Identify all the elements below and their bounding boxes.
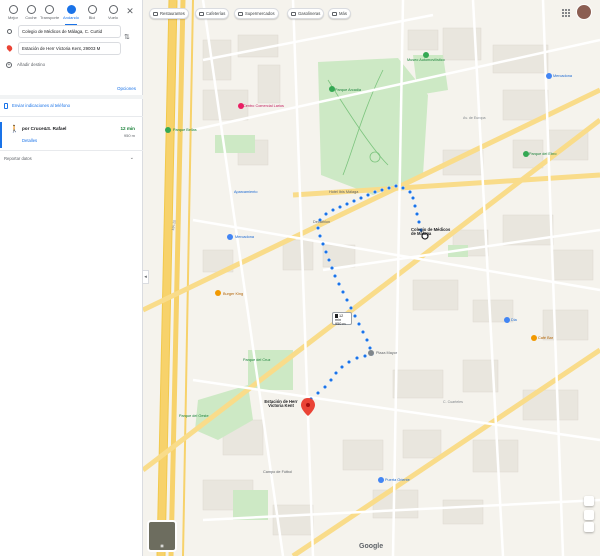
collapse-panel-button[interactable]: ◂ xyxy=(143,270,149,284)
cafe-icon xyxy=(199,11,204,16)
chip-cafes[interactable]: Cafeterías xyxy=(195,8,230,19)
poi-marker[interactable] xyxy=(215,290,221,296)
zoom-out-button[interactable] xyxy=(584,522,594,532)
my-location-button[interactable] xyxy=(584,496,594,506)
map-label[interactable]: Decathlon xyxy=(313,220,330,224)
car-icon xyxy=(26,5,36,14)
poi-marker[interactable] xyxy=(423,52,429,58)
close-icon[interactable]: ✕ xyxy=(125,6,135,16)
mode-walk[interactable]: Andando xyxy=(62,4,80,25)
layers-icon: ▦ xyxy=(160,544,164,548)
divider xyxy=(0,116,143,117)
street-label: Av. de Europa xyxy=(463,116,486,120)
route-duration: 12 min xyxy=(120,126,135,131)
chip-supermarkets[interactable]: Supermercados xyxy=(234,8,279,19)
map-label[interactable]: Campo de Fútbol xyxy=(263,470,292,474)
pin-icon xyxy=(5,44,14,52)
route-time-callout[interactable]: 12 min 950 m xyxy=(332,312,352,326)
walk-icon: 🚶 xyxy=(10,126,19,133)
poi-marker[interactable] xyxy=(329,86,335,92)
divider xyxy=(0,95,143,99)
map-label[interactable]: Parque Arcadia xyxy=(335,88,361,92)
phone-icon xyxy=(4,103,8,109)
mode-car[interactable]: Coche xyxy=(22,4,40,24)
map-label[interactable]: Centro Comercial Larios xyxy=(243,104,284,108)
cart-icon xyxy=(238,11,243,16)
route-via: por Cruce&S. Rafael xyxy=(22,126,67,131)
chip-gas[interactable]: Gasolineras xyxy=(287,8,325,19)
transit-icon xyxy=(44,5,54,14)
poi-marker[interactable] xyxy=(523,151,529,157)
options-link[interactable]: Opciones xyxy=(117,86,136,91)
divider xyxy=(0,150,143,151)
chip-restaurants[interactable]: Restaurantes xyxy=(149,8,189,19)
route-distance: 950 m xyxy=(123,133,135,138)
map-label[interactable]: Café Bar xyxy=(538,336,553,340)
map-label[interactable]: Museo Automovilístico xyxy=(407,58,445,62)
poi-marker[interactable] xyxy=(368,350,374,356)
restaurant-icon xyxy=(153,11,158,16)
map-canvas[interactable]: Restaurantes Cafeterías Supermercados Ga… xyxy=(143,0,600,556)
map-label[interactable]: Parque del Oeste xyxy=(179,414,209,418)
report-problem-link[interactable]: Reportar datos xyxy=(4,156,32,161)
poi-marker[interactable] xyxy=(165,127,171,133)
more-icon xyxy=(332,11,337,16)
destination-field[interactable]: Estación de Herr Victoria Kent, 29003 M xyxy=(18,42,121,55)
route-dots xyxy=(308,183,428,402)
details-link[interactable]: Detalles xyxy=(22,138,37,143)
poi-marker[interactable] xyxy=(504,317,510,323)
map-label[interactable]: Dia xyxy=(511,318,517,322)
map-label[interactable]: Parque del Ebro xyxy=(529,152,556,156)
apps-icon[interactable] xyxy=(562,9,570,17)
map-base xyxy=(143,0,600,556)
google-logo: Google xyxy=(359,543,384,550)
map-label[interactable]: Plaza Mayor xyxy=(376,351,397,355)
destination-label[interactable]: Estación de Herr Victoria Kent xyxy=(263,399,299,408)
avatar[interactable] xyxy=(576,4,592,20)
mode-best[interactable]: Mejor xyxy=(4,4,22,24)
poi-marker[interactable] xyxy=(531,335,537,341)
map-label[interactable]: Puerta Oriente xyxy=(385,478,410,482)
best-route-icon xyxy=(8,5,18,14)
map-label[interactable]: Mercadona xyxy=(235,235,254,239)
map-label[interactable]: Mercadona xyxy=(553,74,572,78)
map-label[interactable]: Hotel Ibis Málaga xyxy=(329,190,358,194)
poi-marker[interactable] xyxy=(378,477,384,483)
route-option[interactable]: 🚶 por Cruce&S. Rafael 12 min 950 m Detal… xyxy=(0,122,143,148)
walk-icon xyxy=(66,5,76,14)
zoom-in-button[interactable] xyxy=(584,510,594,520)
add-icon: + xyxy=(6,62,12,68)
travel-mode-bar: Mejor Coche Transporte Andando Bici Vuel… xyxy=(0,4,143,25)
destination-row: Estación de Herr Victoria Kent, 29003 M xyxy=(4,42,143,56)
gas-icon xyxy=(291,11,296,16)
swap-icon[interactable]: ⇅ xyxy=(124,33,130,41)
directions-panel: Mejor Coche Transporte Andando Bici Vuel… xyxy=(0,0,143,556)
chevron-down-icon[interactable]: ⌄ xyxy=(130,155,134,161)
mode-transit[interactable]: Transporte xyxy=(40,4,59,24)
mode-bike[interactable]: Bici xyxy=(83,4,101,24)
bike-icon xyxy=(87,5,97,14)
map-label[interactable]: Parque del Cruz xyxy=(243,358,270,362)
origin-field[interactable]: Colegio de Médicos de Málaga, C. Curtid xyxy=(18,25,121,38)
send-to-phone-button[interactable]: Enviar indicaciones al teléfono xyxy=(4,103,70,109)
poi-marker[interactable] xyxy=(227,234,233,240)
flight-icon xyxy=(108,5,118,14)
mode-flight[interactable]: Vuelo xyxy=(104,4,122,24)
map-label[interactable]: Burger King xyxy=(223,292,243,296)
street-label: C. Cuarteles xyxy=(443,400,463,404)
chip-more[interactable]: Más xyxy=(328,8,351,19)
poi-marker[interactable] xyxy=(238,103,244,109)
origin-label[interactable]: Colegio de Médicos de Málaga xyxy=(411,227,455,236)
origin-row: Colegio de Médicos de Málaga, C. Curtid xyxy=(4,25,143,39)
origin-dot-icon xyxy=(7,29,12,34)
map-label[interactable]: Aparcamiento xyxy=(234,190,257,194)
add-destination-button[interactable]: + Añadir destino xyxy=(4,62,45,72)
map-label[interactable]: Parque Bellas xyxy=(173,128,197,132)
layers-button[interactable]: ▦ xyxy=(147,520,177,552)
poi-marker[interactable] xyxy=(546,73,552,79)
